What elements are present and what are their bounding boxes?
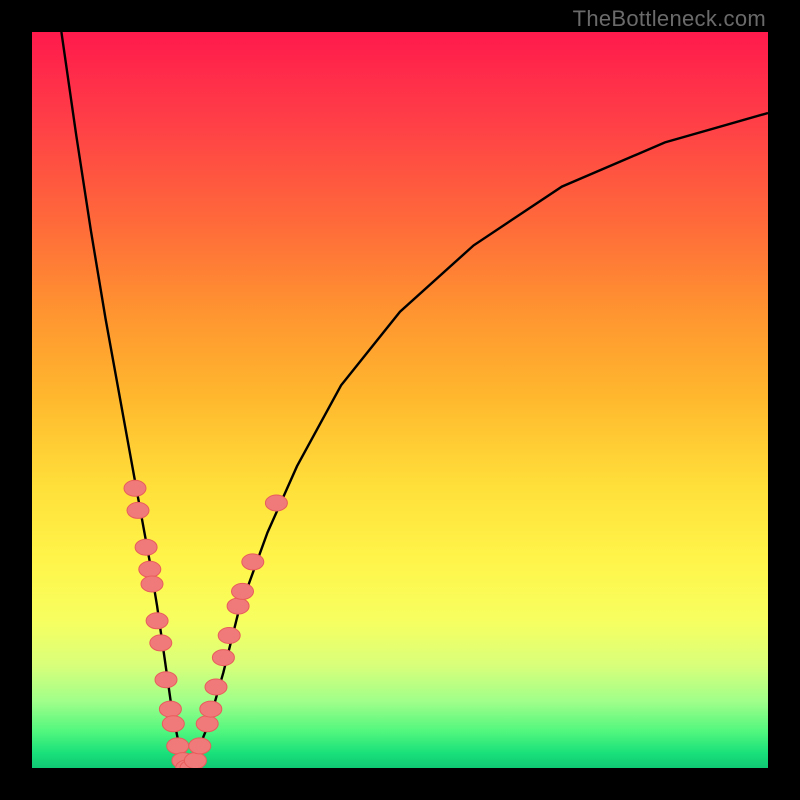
plot-background-gradient bbox=[32, 32, 768, 768]
watermark-text: TheBottleneck.com bbox=[573, 6, 766, 32]
chart-frame: TheBottleneck.com bbox=[0, 0, 800, 800]
